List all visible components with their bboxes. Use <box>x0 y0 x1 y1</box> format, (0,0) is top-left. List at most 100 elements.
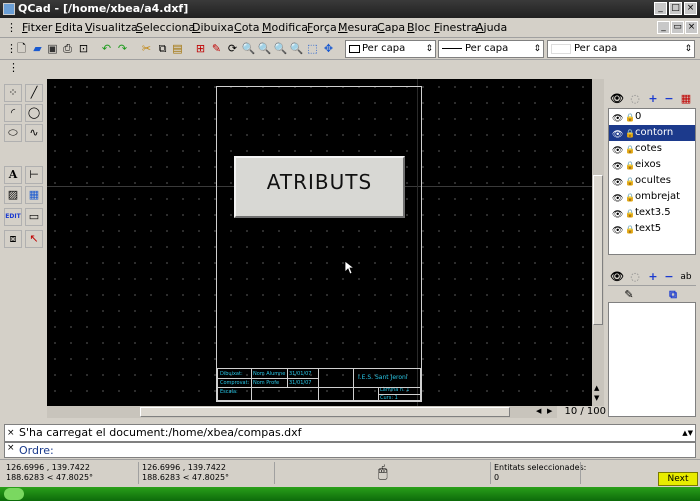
menu-modifica[interactable]: Modifica <box>262 21 308 34</box>
menu-fitxer[interactable]: Fitxer <box>22 21 52 34</box>
lines-tool-icon[interactable]: ╱ <box>25 84 43 102</box>
horizontal-scroll-thumb[interactable] <box>140 407 510 417</box>
color-combo[interactable]: Per capa ⇕ <box>345 40 436 58</box>
menu-capa[interactable]: Capa <box>377 21 405 34</box>
grid-icon[interactable]: ⊞ <box>193 41 208 56</box>
scroll-right-icon[interactable]: ▶ <box>547 407 552 415</box>
close-history-icon[interactable]: × <box>7 425 15 441</box>
open-file-icon[interactable]: ▰ <box>30 41 45 56</box>
print-icon[interactable]: ⎙ <box>60 41 75 56</box>
lock-icon[interactable]: 🔒 <box>625 206 635 222</box>
ellipses-tool-icon[interactable]: ⬭ <box>4 124 22 142</box>
scroll-up-icon[interactable]: ▲ <box>594 384 599 392</box>
rename-block-icon[interactable]: ab <box>679 270 693 284</box>
arcs-tool-icon[interactable]: ◜ <box>4 104 22 122</box>
layer-item[interactable]: 👁 🔒 cotes <box>609 141 695 157</box>
menu-finestra[interactable]: Finestra <box>434 21 478 34</box>
layer-item[interactable]: 👁 🔒 text3.5 <box>609 205 695 221</box>
polyline-tool-icon[interactable]: ▭ <box>25 208 43 226</box>
print-preview-icon[interactable]: ⊡ <box>76 41 91 56</box>
zoom-pan-icon[interactable]: ✥ <box>321 41 336 56</box>
zoom-previous-icon[interactable]: 🔍 <box>289 41 304 56</box>
scroll-left-icon[interactable]: ◀ <box>536 407 541 415</box>
dimensions-tool-icon[interactable]: ⊢ <box>25 166 43 184</box>
remove-block-icon[interactable]: − <box>662 270 676 284</box>
close-button[interactable]: × <box>684 2 697 15</box>
lock-icon[interactable]: 🔒 <box>625 110 635 126</box>
layer-item[interactable]: 👁 🔒 eixos <box>609 157 695 173</box>
points-tool-icon[interactable]: ⁘ <box>4 84 22 102</box>
text-tool-icon[interactable]: A <box>4 166 22 184</box>
menu-cota[interactable]: Cota <box>234 21 259 34</box>
select-tool-icon[interactable]: ↖ <box>25 230 43 248</box>
circles-tool-icon[interactable]: ◯ <box>25 104 43 122</box>
draft-icon[interactable]: ✎ <box>209 41 224 56</box>
menu-ajuda[interactable]: Ajuda <box>476 21 507 34</box>
linetype-combo[interactable]: Per capa ⇕ <box>547 40 695 58</box>
hide-all-blocks-icon[interactable]: ◌ <box>628 270 642 284</box>
layer-item[interactable]: 👁 🔒 text5 <box>609 221 695 237</box>
cut-icon[interactable]: ✂ <box>139 41 154 56</box>
mdi-close-button[interactable]: × <box>685 21 698 34</box>
taskbar-start-icon[interactable] <box>4 488 24 500</box>
mdi-restore-button[interactable]: ▭ <box>671 21 684 34</box>
zoom-out-icon[interactable]: 🔍 <box>257 41 272 56</box>
atributs-button[interactable]: ATRIBUTS <box>234 156 405 218</box>
add-block-icon[interactable]: + <box>646 270 660 284</box>
block-tool-icon[interactable]: ⧈ <box>4 230 22 248</box>
eye-icon[interactable]: 👁 <box>612 223 623 239</box>
new-file-icon[interactable]: 🗋 <box>14 41 29 56</box>
zoom-in-icon[interactable]: 🔍 <box>241 41 256 56</box>
menu-visualitza[interactable]: Visualitza <box>85 21 138 34</box>
copy-icon[interactable]: ⧉ <box>155 41 170 56</box>
layer-item[interactable]: 👁 🔒 ocultes <box>609 173 695 189</box>
add-layer-icon[interactable]: + <box>646 92 660 106</box>
vertical-scroll-thumb[interactable] <box>593 175 603 325</box>
paste-icon[interactable]: ▤ <box>170 41 185 56</box>
splines-tool-icon[interactable]: ∿ <box>25 124 43 142</box>
vertical-scrollbar[interactable]: ▲ ▼ <box>592 79 604 406</box>
edit-block-icon[interactable]: ✎ <box>622 288 636 302</box>
menu-mesura[interactable]: Mesura <box>338 21 378 34</box>
lock-icon[interactable]: 🔒 <box>625 174 635 190</box>
minimize-button[interactable]: _ <box>654 2 667 15</box>
layer-item[interactable]: 👁 🔒 ombrejat <box>609 189 695 205</box>
edit-tool-icon[interactable]: EDIT <box>4 208 22 226</box>
close-command-icon[interactable]: × <box>7 443 15 453</box>
layer-item[interactable]: 👁 🔒 contorn <box>609 125 695 141</box>
linewidth-combo[interactable]: Per capa ⇕ <box>438 40 544 58</box>
command-input[interactable] <box>55 444 691 456</box>
hatch-tool-icon[interactable]: ▨ <box>4 186 22 204</box>
maximize-button[interactable]: □ <box>669 2 682 15</box>
scroll-down-icon[interactable]: ▼ <box>594 394 599 402</box>
lock-icon[interactable]: 🔒 <box>625 222 635 238</box>
layer-item[interactable]: 👁 🔒 0 <box>609 109 695 125</box>
history-scroll-icon[interactable]: ▲▼ <box>682 425 693 441</box>
menu-forca[interactable]: Força <box>307 21 337 34</box>
redraw-icon[interactable]: ⟳ <box>225 41 240 56</box>
zoom-window-icon[interactable]: ⬚ <box>305 41 320 56</box>
mdi-minimize-button[interactable]: _ <box>657 21 670 34</box>
menu-dibuixa[interactable]: Dibuixa <box>192 21 234 34</box>
menu-selecciona[interactable]: Selecciona <box>136 21 195 34</box>
next-button[interactable]: Next <box>658 472 698 486</box>
image-tool-icon[interactable]: ▦ <box>25 186 43 204</box>
remove-layer-icon[interactable]: − <box>662 92 676 106</box>
undo-icon[interactable]: ↶ <box>99 41 114 56</box>
lock-icon[interactable]: 🔒 <box>625 126 635 142</box>
edit-layer-icon[interactable]: ▦ <box>679 92 693 106</box>
show-all-layers-icon[interactable]: 👁 <box>610 92 624 106</box>
save-icon[interactable]: ▣ <box>45 41 60 56</box>
lock-icon[interactable]: 🔒 <box>625 142 635 158</box>
redo-icon[interactable]: ↷ <box>115 41 130 56</box>
hide-all-layers-icon[interactable]: ◌ <box>628 92 642 106</box>
lock-icon[interactable]: 🔒 <box>625 190 635 206</box>
menu-edita[interactable]: Edita <box>55 21 83 34</box>
menu-bloc[interactable]: Bloc <box>407 21 430 34</box>
title-block-rule <box>218 378 318 379</box>
zoom-auto-icon[interactable]: 🔍 <box>273 41 288 56</box>
lock-icon[interactable]: 🔒 <box>625 158 635 174</box>
insert-block-icon[interactable]: ⧉ <box>666 288 680 302</box>
command-line[interactable]: × Ordre: <box>4 442 696 458</box>
show-all-blocks-icon[interactable]: 👁 <box>610 270 624 284</box>
